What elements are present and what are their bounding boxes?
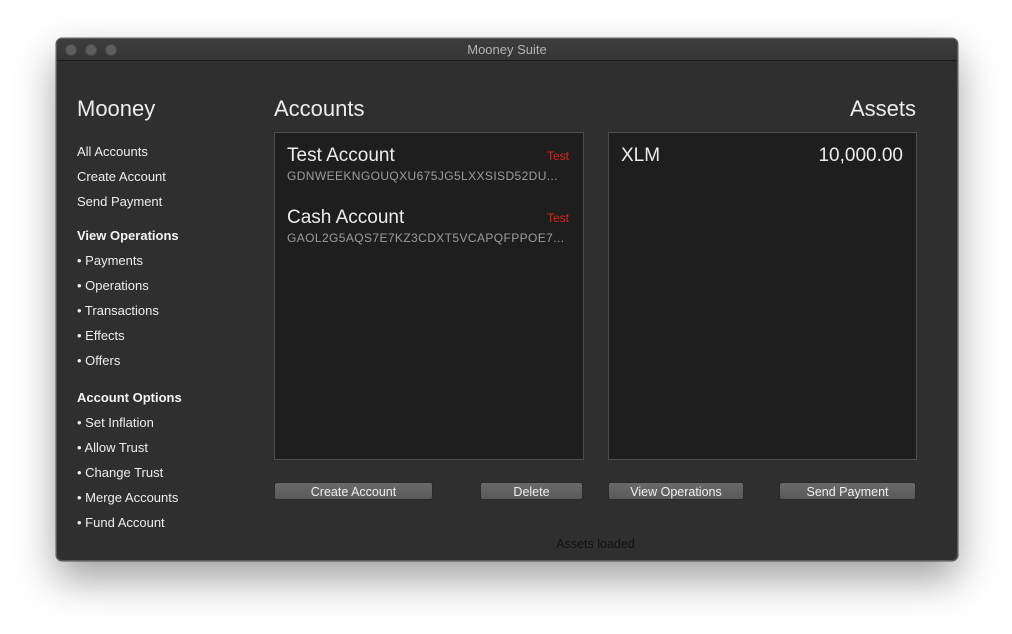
accounts-title: Accounts: [274, 96, 365, 121]
app-window: Mooney Suite Mooney All Accounts Create …: [56, 38, 958, 561]
sidebar-heading-account-options: Account Options: [77, 390, 182, 405]
accounts-list: Test Account Test GDNWEEKNGOUQXU675JG5LX…: [274, 132, 584, 460]
account-public-key: GDNWEEKNGOUQXU675JG5LXXSISD52DU...: [287, 169, 559, 183]
assets-list: XLM 10,000.00: [608, 132, 917, 460]
sidebar-item-transactions[interactable]: • Transactions: [77, 303, 159, 318]
network-badge: Test: [546, 211, 569, 225]
account-public-key: GAOL2G5AQS7E7KZ3CDXT5VCAPQFPPOE7...: [287, 231, 565, 245]
sidebar-item-all-accounts[interactable]: All Accounts: [77, 144, 148, 159]
sidebar-item-create-account[interactable]: Create Account: [77, 169, 166, 184]
create-account-button[interactable]: Create Account: [274, 482, 433, 500]
sidebar-item-effects[interactable]: • Effects: [77, 328, 125, 343]
account-name: Cash Account: [287, 207, 405, 228]
sidebar-item-operations[interactable]: • Operations: [77, 278, 149, 293]
app-name: Mooney: [77, 96, 156, 121]
asset-code: XLM: [621, 145, 661, 166]
status-text: Assets loaded: [556, 537, 635, 551]
delete-button[interactable]: Delete: [480, 482, 583, 500]
sidebar-heading-view-operations: View Operations: [77, 228, 179, 243]
window-title: Mooney Suite: [467, 42, 547, 57]
network-badge: Test: [546, 149, 569, 163]
sidebar-item-merge-accounts[interactable]: • Merge Accounts: [77, 490, 178, 505]
send-payment-button[interactable]: Send Payment: [779, 482, 916, 500]
sidebar-item-allow-trust[interactable]: • Allow Trust: [77, 440, 148, 455]
sidebar-item-payments[interactable]: • Payments: [77, 253, 143, 268]
sidebar-item-change-trust[interactable]: • Change Trust: [77, 465, 163, 480]
asset-balance: 10,000.00: [818, 145, 903, 166]
view-operations-button[interactable]: View Operations: [608, 482, 744, 500]
account-name: Test Account: [287, 145, 395, 166]
sidebar-item-send-payment[interactable]: Send Payment: [77, 194, 162, 209]
sidebar-item-set-inflation[interactable]: • Set Inflation: [77, 415, 154, 430]
assets-title: Assets: [849, 96, 916, 121]
sidebar-item-fund-account[interactable]: • Fund Account: [77, 515, 165, 530]
sidebar-item-offers[interactable]: • Offers: [77, 353, 120, 368]
title-bar[interactable]: Mooney Suite: [57, 39, 957, 61]
